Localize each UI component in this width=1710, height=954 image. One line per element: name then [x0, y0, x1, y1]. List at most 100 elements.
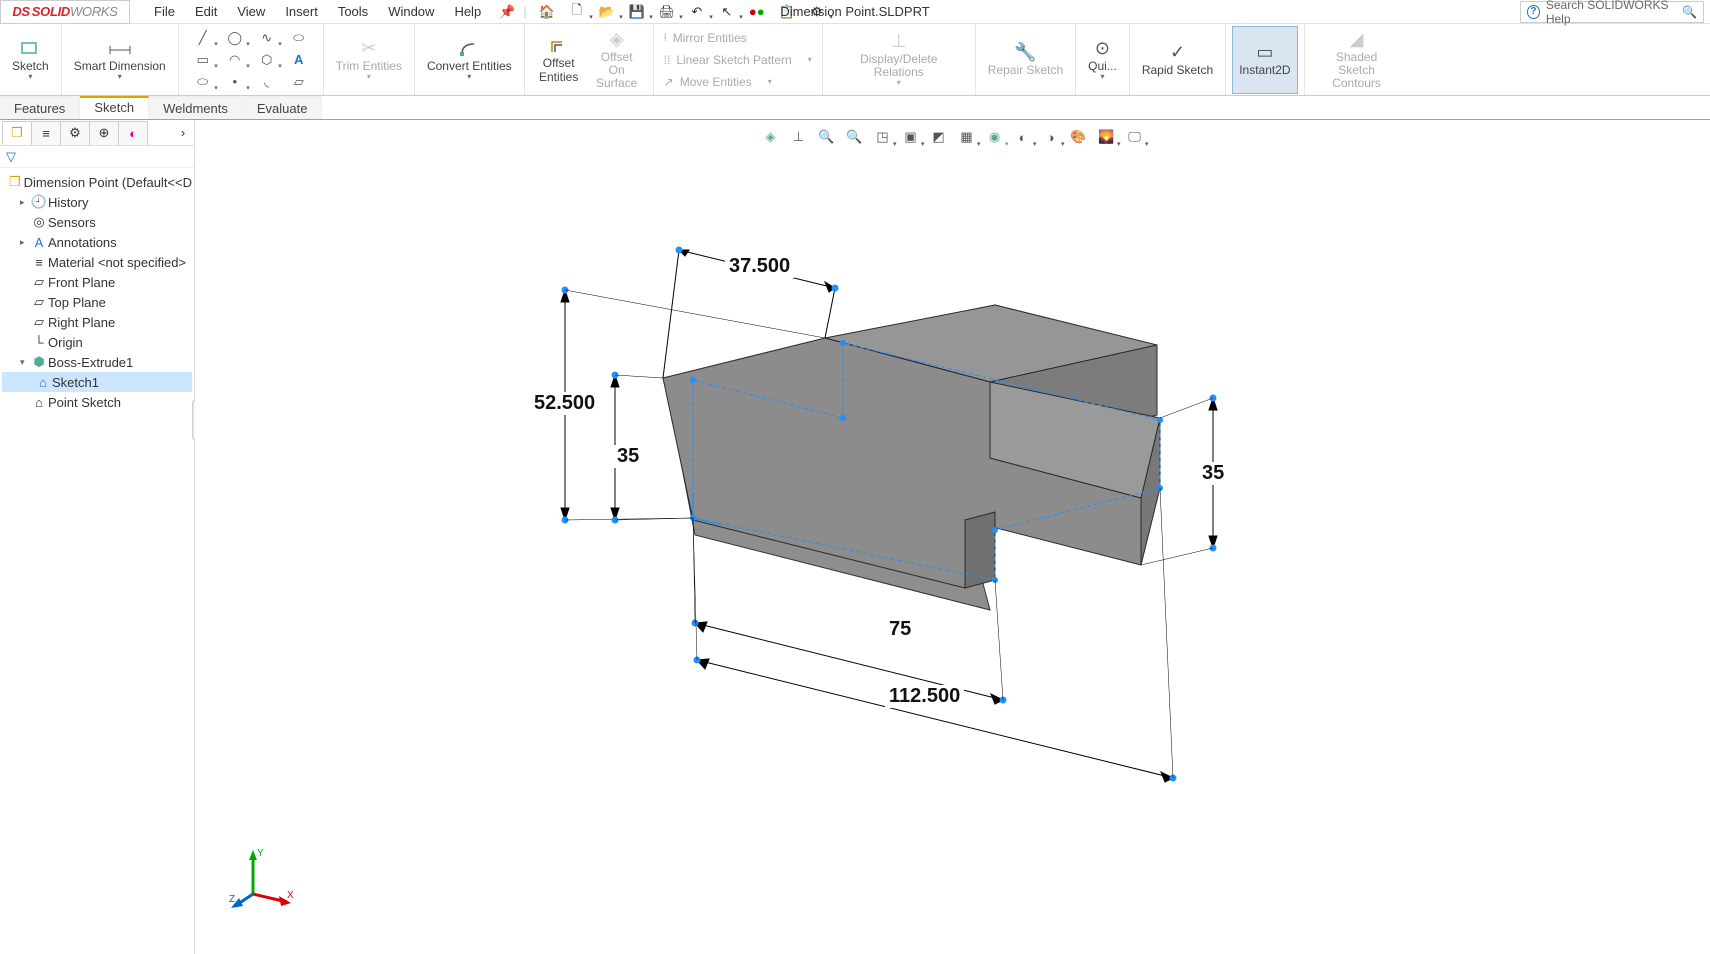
offset-entities-button[interactable]: Offset Entities	[531, 26, 587, 94]
arc-button[interactable]: ◠▾	[221, 50, 249, 70]
mirror-icon: ⟊	[664, 30, 667, 45]
rectangle-button[interactable]: ▭▾	[189, 50, 217, 70]
repair-sketch-button[interactable]: 🔧 Repair Sketch	[982, 26, 1069, 94]
view-triad[interactable]: Y X Z	[225, 844, 295, 914]
tab-features[interactable]: Features	[0, 96, 80, 119]
polygon-button[interactable]: ⬡▾	[253, 50, 281, 70]
offset-on-surface-button[interactable]: ◈ Offset On Surface	[587, 26, 647, 94]
tree-top-plane-node[interactable]: ▱Top Plane	[2, 292, 192, 312]
model-view	[195, 120, 1710, 954]
menu-view[interactable]: View	[227, 0, 275, 24]
funnel-icon: ▽	[6, 149, 16, 165]
offset-surface-icon: ◈	[610, 29, 624, 51]
pin-icon[interactable]: 📌	[499, 4, 515, 20]
help-icon: ?	[1527, 5, 1540, 19]
graphics-area[interactable]: ◈ ⊥ 🔍 🔍 ◳▾ ▣▾ ◩ ▦▾ ◉▾ ◐▾ ◑▾ 🎨 🌄▾ 🖵▾	[195, 120, 1710, 954]
main-area: ❒ ≡ ⚙ ⊕ ◐ › ▽ ❒Dimension Point (Default<…	[0, 120, 1710, 954]
brand-grey: WORKS	[70, 4, 118, 19]
save-button[interactable]: 💾▾	[623, 1, 651, 23]
smart-dimension-button[interactable]: Smart Dimension ▾	[68, 26, 172, 94]
display-manager-tab[interactable]: ◐	[118, 121, 148, 145]
tree-origin-node[interactable]: └Origin	[2, 332, 192, 352]
menu-file[interactable]: File	[144, 0, 185, 24]
pattern-icon: ⁞⁞	[664, 53, 671, 67]
tab-weldments[interactable]: Weldments	[149, 96, 243, 119]
quicksnap-icon: ⊙	[1095, 38, 1110, 60]
search-help-box[interactable]: ? Search SOLIDWORKS Help 🔍	[1520, 1, 1704, 23]
mirror-entities-button[interactable]: ⟊Mirror Entities	[664, 28, 812, 48]
menu-insert[interactable]: Insert	[275, 0, 328, 24]
feature-manager-tab[interactable]: ❒	[2, 121, 32, 145]
sketch-entities-group: ╱▾ ◯▾ ∿▾ ⬭ ▭▾ ◠▾ ⬡▾ A ⬭▾ •▾ ◟ ▱	[179, 24, 324, 95]
quick-snaps-button[interactable]: ⊙ Qui... ▾	[1082, 26, 1123, 94]
smart-dimension-icon	[108, 38, 132, 60]
menu-help[interactable]: Help	[444, 0, 491, 24]
expand-icon[interactable]: ▸	[20, 197, 30, 208]
print-button[interactable]: 🖨▾	[653, 1, 681, 23]
tree-annotations-node[interactable]: ▸AAnnotations	[2, 232, 192, 252]
tree-boss-extrude-node[interactable]: ▾⬢Boss-Extrude1	[2, 352, 192, 372]
line-button[interactable]: ╱▾	[189, 28, 217, 48]
tree-filter-row[interactable]: ▽	[0, 146, 194, 168]
tree-sketch1-node[interactable]: ⌂Sketch1	[2, 372, 192, 392]
part-icon: ❒	[6, 174, 24, 190]
fillet-button[interactable]: ◟	[253, 72, 281, 92]
tree-right-plane-node[interactable]: ▱Right Plane	[2, 312, 192, 332]
convert-entities-button[interactable]: Convert Entities ▾	[421, 26, 518, 94]
tree-material-node[interactable]: ≡Material <not specified>	[2, 252, 192, 272]
tree-point-sketch-node[interactable]: ⌂Point Sketch	[2, 392, 192, 412]
trim-entities-button[interactable]: ✂ Trim Entities ▾	[330, 26, 408, 94]
tree-front-plane-node[interactable]: ▱Front Plane	[2, 272, 192, 292]
circle-button[interactable]: ◯▾	[221, 28, 249, 48]
trim-group: ✂ Trim Entities ▾	[324, 24, 415, 95]
dimension-52-500[interactable]: 52.500	[530, 392, 599, 415]
menu-edit[interactable]: Edit	[185, 0, 227, 24]
triad-z-label: Z	[229, 894, 235, 905]
slot-button[interactable]: ⬭▾	[189, 72, 217, 92]
dimension-35-left[interactable]: 35	[613, 445, 643, 468]
undo-button[interactable]: ↶▾	[683, 1, 711, 23]
move-entities-button[interactable]: ↗Move Entities▾	[664, 72, 812, 92]
plane-button[interactable]: ▱	[285, 72, 313, 92]
property-manager-tab[interactable]: ≡	[31, 121, 61, 145]
dimension-37-500[interactable]: 37.500	[725, 255, 794, 278]
new-button[interactable]: 🗋▾	[563, 1, 591, 23]
point-button[interactable]: •▾	[221, 72, 249, 92]
home-button[interactable]: 🏠	[533, 1, 561, 23]
spline-button[interactable]: ∿▾	[253, 28, 281, 48]
tab-sketch[interactable]: Sketch	[80, 96, 149, 119]
dimension-75[interactable]: 75	[885, 618, 915, 641]
expand-icon[interactable]: ▸	[20, 237, 30, 248]
display-delete-relations-button[interactable]: ⊥ Display/Delete Relations ▾	[829, 26, 969, 94]
dimension-35-right[interactable]: 35	[1198, 462, 1228, 485]
tree-history-node[interactable]: ▸🕘History	[2, 192, 192, 212]
quick-snaps-group: ⊙ Qui... ▾	[1076, 24, 1130, 95]
linear-pattern-button[interactable]: ⁞⁞Linear Sketch Pattern▾	[664, 50, 812, 70]
sketch-button[interactable]: Sketch ▾	[6, 26, 55, 94]
main-menus: File Edit View Insert Tools Window Help	[144, 0, 491, 24]
offset-group: Offset Entities ◈ Offset On Surface	[525, 24, 654, 95]
instant2d-button[interactable]: ▭ Instant2D	[1232, 26, 1297, 94]
ellipse-button[interactable]: ⬭	[285, 28, 313, 48]
menu-tools[interactable]: Tools	[328, 0, 378, 24]
dimxpert-manager-tab[interactable]: ⊕	[89, 121, 119, 145]
panel-tab-bar: ❒ ≡ ⚙ ⊕ ◐ ›	[0, 120, 194, 146]
collapse-icon[interactable]: ▾	[20, 357, 30, 368]
menu-window[interactable]: Window	[378, 0, 444, 24]
smart-dimension-group: Smart Dimension ▾	[62, 24, 179, 95]
configuration-manager-tab[interactable]: ⚙	[60, 121, 90, 145]
rapid-icon: ✓	[1170, 42, 1185, 64]
select-button[interactable]: ↖▾	[713, 1, 741, 23]
panel-flyout-arrow[interactable]: ›	[173, 121, 193, 145]
tree-sensors-node[interactable]: ◎Sensors	[2, 212, 192, 232]
dimension-112-500[interactable]: 112.500	[885, 685, 964, 708]
text-button[interactable]: A	[285, 50, 313, 70]
repair-group: 🔧 Repair Sketch	[976, 24, 1076, 95]
relations-icon: ⊥	[891, 31, 907, 53]
tab-evaluate[interactable]: Evaluate	[243, 96, 323, 119]
shaded-sketch-contours-button[interactable]: ◢ Shaded Sketch Contours	[1311, 26, 1403, 94]
rapid-sketch-button[interactable]: ✓ Rapid Sketch	[1136, 26, 1219, 94]
rebuild-button[interactable]: ●●	[743, 1, 771, 23]
open-button[interactable]: 📂▾	[593, 1, 621, 23]
tree-root-node[interactable]: ❒Dimension Point (Default<<D	[2, 172, 192, 192]
